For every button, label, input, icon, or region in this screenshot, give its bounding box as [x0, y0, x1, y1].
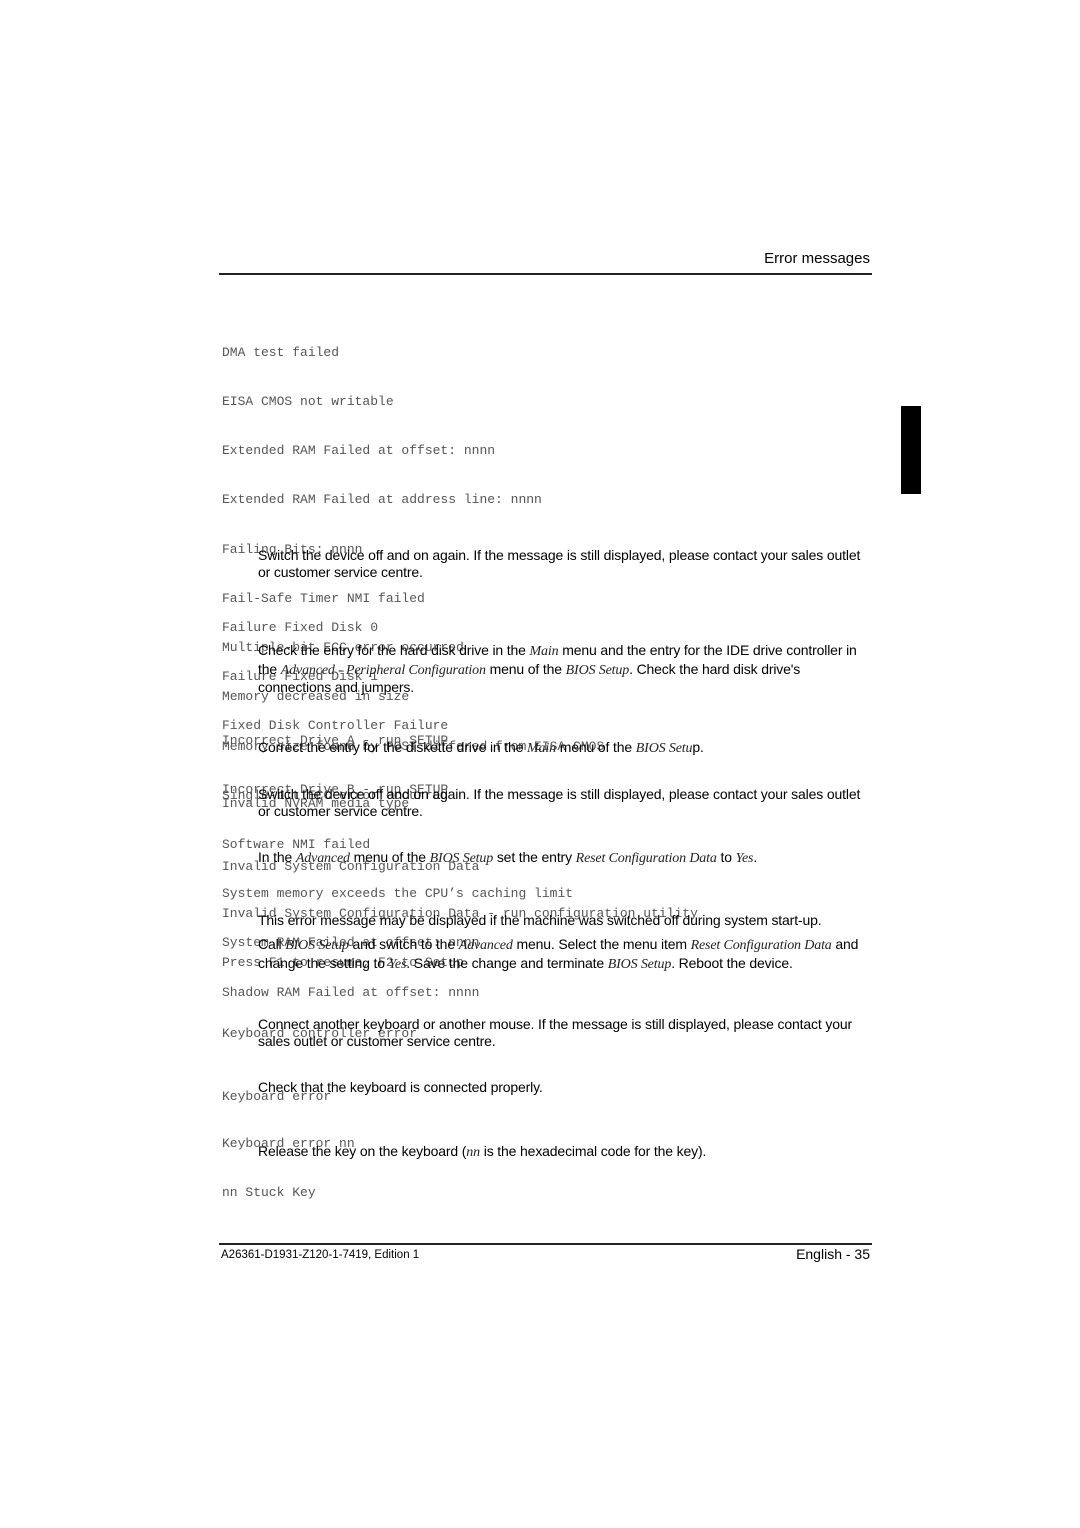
footer-rule: [219, 1243, 872, 1245]
menu-name: Advanced: [458, 938, 513, 953]
header-rule: [219, 273, 872, 275]
menu-name: BIOS Setup: [429, 851, 494, 866]
error-code: Extended RAM Failed at address line: nnn…: [222, 492, 542, 508]
error-remedy-text: Correct the entry for the diskette drive…: [258, 739, 873, 758]
error-remedy-text: Connect another keyboard or another mous…: [258, 1016, 853, 1049]
menu-name: BIOS Setup: [607, 956, 672, 972]
setting-name: Reset Configuration Data: [690, 938, 832, 953]
text-run: Release the key on the keyboard (: [258, 1143, 467, 1159]
error-code-block: Keyboard error nn nn Stuck Key: [222, 1103, 355, 1234]
text-run: menu. Select the menu item: [512, 936, 691, 952]
text-run: . Save the change and terminate: [406, 954, 608, 971]
menu-name: BIOS Setu: [635, 741, 693, 756]
error-remedy-text: Release the key on the keyboard (nn is t…: [258, 1143, 873, 1162]
menu-name: BIOS Setup: [565, 662, 630, 678]
setting-name: Reset Configuration Data: [575, 851, 717, 866]
error-remedy-text: Check that the keyboard is connected pro…: [258, 1079, 543, 1095]
text-run: p.: [692, 739, 704, 755]
error-remedy-text: Call BIOS Setup and switch to the Advanc…: [258, 936, 873, 973]
text-run: Check the entry for the hard disk drive …: [258, 642, 530, 658]
setting-value: Yes: [735, 851, 754, 866]
setting-value: Yes: [388, 956, 407, 972]
text-run: Correct the entry for the diskette drive…: [258, 739, 528, 755]
text-run: set the entry: [493, 849, 576, 865]
error-remedy-text: Switch the device off and on again. If t…: [258, 547, 861, 580]
error-remedy-text: Switch the device off and on again. If t…: [258, 786, 861, 819]
text-run: and switch to the: [348, 936, 459, 952]
error-code: EISA CMOS not writable: [222, 394, 394, 410]
error-remedy-text: This error message may be displayed if t…: [258, 912, 822, 928]
menu-name: Advanced - Peripheral Configuration: [280, 662, 486, 678]
menu-name: Main: [527, 741, 556, 756]
document-page: Error messages DMA test failed EISA CMOS…: [0, 0, 1080, 1528]
text-run: menu of the: [556, 739, 636, 755]
variable-name: nn: [466, 1145, 480, 1160]
error-code: Extended RAM Failed at offset: nnnn: [222, 443, 496, 459]
error-remedy-text: In the Advanced menu of the BIOS Setup s…: [258, 849, 873, 868]
text-run: menu of the: [349, 849, 430, 865]
running-header-title: Error messages: [764, 250, 870, 267]
menu-name: Advanced: [295, 851, 350, 866]
error-code: nn Stuck Key: [222, 1185, 316, 1201]
footer-doc-id: A26361-D1931-Z120-1-7419, Edition 1: [221, 1249, 420, 1261]
text-run: Call: [258, 936, 286, 952]
text-run: to: [716, 849, 736, 865]
language-thumb-tab: [901, 406, 921, 494]
text-run: In the: [258, 849, 296, 865]
text-run: is the hexadecimal code for the key).: [480, 1143, 707, 1159]
error-code: Failure Fixed Disk 0: [222, 619, 379, 635]
footer-page-number: English - 35: [796, 1246, 870, 1262]
menu-name: Main: [529, 644, 559, 659]
text-run: . Reboot the device.: [671, 954, 793, 971]
error-remedy-text: Check the entry for the hard disk drive …: [258, 642, 873, 696]
menu-name: BIOS Setup: [285, 938, 349, 953]
error-code: DMA test failed: [222, 344, 340, 360]
text-run: menu of the: [485, 660, 566, 677]
text-run: .: [753, 849, 758, 865]
